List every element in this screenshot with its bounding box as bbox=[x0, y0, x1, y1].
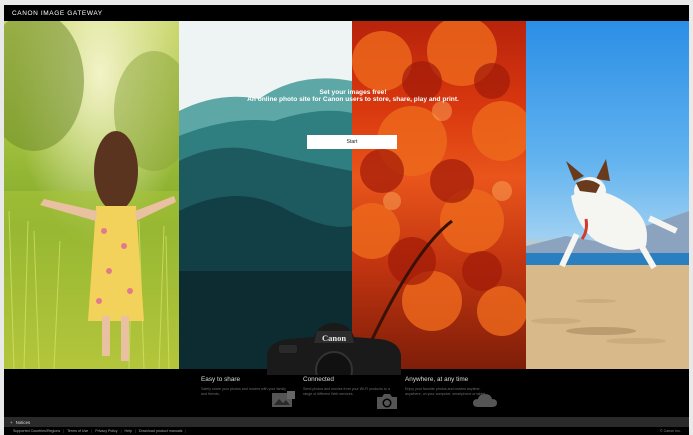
hero-photo-girl-meadow bbox=[4, 21, 179, 369]
notices-bar[interactable]: + Notices bbox=[4, 417, 689, 427]
footer: Supported Countries/Regions | Terms of Us… bbox=[4, 427, 689, 435]
camera-image: Canon bbox=[267, 323, 401, 375]
footer-link-help[interactable]: Help bbox=[125, 429, 132, 433]
copyright-text: © Canon Inc. bbox=[659, 429, 681, 433]
hero-tagline: Set your images free! An online photo si… bbox=[179, 89, 527, 104]
cloud-icon bbox=[473, 394, 497, 407]
top-bar: CANON IMAGE GATEWAY bbox=[4, 5, 689, 21]
footer-link-manuals[interactable]: Download product manuals bbox=[139, 429, 183, 433]
feature-title: Anywhere, at any time bbox=[405, 376, 469, 383]
photo-share-icon bbox=[272, 391, 295, 407]
expand-icon: + bbox=[10, 419, 13, 425]
hero-photo-dog-beach bbox=[526, 21, 689, 369]
camera-brand-text: Canon bbox=[322, 333, 346, 343]
footer-link-privacy[interactable]: Privacy Policy bbox=[95, 429, 117, 433]
notices-label: Notices bbox=[15, 419, 31, 425]
footer-link-terms[interactable]: Terms of Use bbox=[67, 429, 88, 433]
hero-headline: Set your images free! bbox=[319, 89, 387, 96]
camera-icon bbox=[377, 394, 397, 409]
features-strip: Easy to share Safely share your photos a… bbox=[4, 369, 689, 417]
brand-logo[interactable]: CANON IMAGE GATEWAY bbox=[12, 10, 103, 17]
footer-link-countries[interactable]: Supported Countries/Regions bbox=[13, 429, 60, 433]
feature-title: Easy to share bbox=[201, 376, 241, 383]
hero-subheadline: An online photo site for Canon users to … bbox=[247, 96, 459, 103]
feature-title: Connected bbox=[303, 376, 334, 383]
start-button[interactable]: Start bbox=[307, 135, 397, 149]
browser-page: CANON IMAGE GATEWAY Set your images free… bbox=[4, 5, 689, 435]
